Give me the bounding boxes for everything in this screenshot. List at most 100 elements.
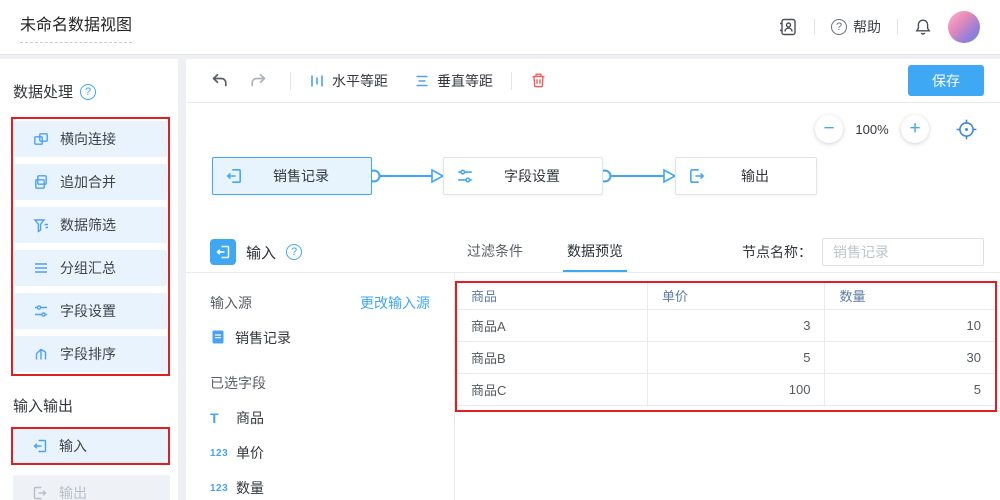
filter-icon bbox=[33, 217, 49, 233]
save-button[interactable]: 保存 bbox=[908, 65, 984, 96]
sidebar-item-join[interactable]: 横向连接 bbox=[14, 121, 167, 157]
sidebar-item-label: 横向连接 bbox=[60, 131, 116, 147]
source-label: 输入源 bbox=[210, 295, 252, 311]
cell-quantity: 30 bbox=[824, 341, 995, 374]
cell-unit-price: 5 bbox=[647, 341, 826, 374]
output-icon bbox=[688, 167, 706, 185]
source-name: 销售记录 bbox=[235, 330, 291, 346]
annotation-box-table: 商品 单价 数量 商品A 3 10 商品B 5 30 商品C 100 5 bbox=[455, 281, 997, 412]
flow-canvas[interactable]: 销售记录 字段设置 输出 − 100% + bbox=[186, 103, 1000, 232]
question-circle-icon[interactable]: ? bbox=[80, 83, 97, 100]
sidebar-item-append[interactable]: 追加合并 bbox=[14, 164, 167, 200]
sidebar-item-filter[interactable]: 数据筛选 bbox=[14, 207, 167, 243]
field-item-unit-price[interactable]: 123 单价 bbox=[210, 443, 430, 463]
divider bbox=[511, 71, 512, 90]
undo-icon[interactable] bbox=[210, 71, 229, 90]
sidebar-section-io-title: 输入输出 bbox=[13, 398, 74, 415]
cell-product: 商品B bbox=[457, 341, 648, 374]
zoom-level: 100% bbox=[855, 121, 889, 137]
field-name: 商品 bbox=[236, 410, 264, 426]
sidebar-item-label: 分组汇总 bbox=[60, 260, 116, 276]
vertical-spacing-button[interactable]: 垂直等距 bbox=[414, 71, 493, 91]
flow-node-label: 字段设置 bbox=[504, 168, 560, 184]
number-type-icon: 123 bbox=[210, 447, 229, 459]
join-icon bbox=[33, 131, 49, 147]
divider bbox=[897, 19, 898, 35]
sliders-icon bbox=[456, 167, 474, 185]
contact-book-icon[interactable] bbox=[778, 17, 798, 37]
zoom-out-button[interactable]: − bbox=[815, 115, 843, 143]
canvas-toolbar: 水平等距 垂直等距 保存 bbox=[186, 59, 1000, 103]
input-node-icon bbox=[210, 239, 236, 265]
table-row: 商品B 5 30 bbox=[457, 341, 995, 374]
text-type-icon: T bbox=[210, 410, 219, 426]
vertical-spacing-label: 垂直等距 bbox=[437, 72, 493, 89]
cell-product: 商品C bbox=[457, 373, 648, 406]
horizontal-spacing-label: 水平等距 bbox=[332, 72, 388, 89]
page-title[interactable]: 未命名数据视图 bbox=[20, 11, 133, 43]
annotation-box-input-item: 输入 bbox=[11, 427, 170, 465]
sidebar-item-label: 输出 bbox=[59, 485, 87, 500]
tab-data-preview[interactable]: 数据预览 bbox=[563, 232, 627, 272]
zoom-controls: − 100% + bbox=[815, 115, 978, 143]
input-icon bbox=[32, 438, 48, 454]
sidebar-item-field-settings[interactable]: 字段设置 bbox=[14, 293, 167, 329]
field-item-quantity[interactable]: 123 数量 bbox=[210, 478, 430, 498]
sidebar-item-label: 追加合并 bbox=[60, 174, 116, 190]
data-preview-table: 商品 单价 数量 商品A 3 10 商品B 5 30 商品C 100 5 bbox=[457, 283, 995, 406]
input-icon bbox=[225, 167, 243, 185]
table-header-row: 商品 单价 数量 bbox=[457, 283, 995, 310]
flow-node-label: 输出 bbox=[741, 168, 769, 184]
source-item[interactable]: 销售记录 bbox=[210, 328, 430, 348]
redo-icon[interactable] bbox=[249, 71, 268, 90]
panel-title-block: 输入 ? bbox=[186, 239, 455, 265]
main-area: 水平等距 垂直等距 保存 销售记录 字段设置 输出 − 100% + 输入 ? … bbox=[186, 59, 1000, 500]
column-header[interactable]: 单价 bbox=[647, 283, 826, 310]
table-row: 商品C 100 5 bbox=[457, 373, 995, 406]
cell-quantity: 5 bbox=[824, 373, 995, 406]
flow-node-field-settings[interactable]: 字段设置 bbox=[443, 157, 603, 195]
node-name-block: 节点名称： bbox=[742, 238, 1000, 266]
question-circle-icon: ? bbox=[831, 19, 847, 35]
sidebar-section-data-processing: 数据处理 ? bbox=[13, 81, 178, 102]
append-merge-icon bbox=[33, 174, 49, 190]
file-icon bbox=[210, 329, 226, 348]
data-preview-area: 商品 单价 数量 商品A 3 10 商品B 5 30 商品C 100 5 bbox=[455, 273, 1000, 500]
node-name-input[interactable] bbox=[822, 238, 984, 266]
table-row: 商品A 3 10 bbox=[457, 309, 995, 342]
sidebar-item-label: 字段设置 bbox=[60, 303, 116, 319]
cell-unit-price: 3 bbox=[647, 309, 826, 342]
notification-bell-icon[interactable] bbox=[914, 18, 932, 36]
horizontal-spacing-icon bbox=[309, 73, 325, 89]
flow-node-sales-records[interactable]: 销售记录 bbox=[212, 157, 372, 195]
delete-trash-icon[interactable] bbox=[530, 72, 547, 89]
horizontal-spacing-button[interactable]: 水平等距 bbox=[309, 71, 388, 91]
change-source-link[interactable]: 更改输入源 bbox=[360, 293, 430, 313]
help-button[interactable]: ? 帮助 bbox=[831, 17, 881, 37]
zoom-in-button[interactable]: + bbox=[901, 115, 929, 143]
field-item-product[interactable]: T 商品 bbox=[210, 408, 430, 428]
tab-filter-conditions[interactable]: 过滤条件 bbox=[463, 232, 527, 272]
flow-node-label: 销售记录 bbox=[273, 168, 329, 184]
sidebar-item-input[interactable]: 输入 bbox=[13, 429, 168, 463]
locate-crosshair-icon[interactable] bbox=[955, 118, 978, 141]
sidebar-item-group-summary[interactable]: 分组汇总 bbox=[14, 250, 167, 286]
question-circle-icon[interactable]: ? bbox=[286, 244, 303, 260]
app-window: 未命名数据视图 ? 帮助 数据处理 ? 横向连接 追加合并 数据筛选 分组汇总 … bbox=[0, 0, 1000, 500]
sidebar-item-label: 字段排序 bbox=[60, 346, 116, 362]
sort-icon bbox=[33, 346, 49, 362]
sidebar: 数据处理 ? 横向连接 追加合并 数据筛选 分组汇总 字段设置 字段排序 输入输… bbox=[0, 59, 178, 500]
flow-node-output[interactable]: 输出 bbox=[675, 157, 817, 195]
column-header[interactable]: 数量 bbox=[824, 283, 995, 310]
field-name: 数量 bbox=[236, 480, 264, 496]
node-name-label: 节点名称： bbox=[742, 244, 812, 260]
group-summary-icon bbox=[33, 260, 49, 276]
cell-product: 商品A bbox=[457, 309, 648, 342]
panel-title: 输入 bbox=[246, 244, 277, 262]
cell-unit-price: 100 bbox=[647, 373, 826, 406]
divider bbox=[814, 19, 815, 35]
avatar[interactable] bbox=[948, 11, 980, 43]
divider bbox=[290, 71, 291, 90]
sidebar-item-field-sort[interactable]: 字段排序 bbox=[14, 336, 167, 372]
column-header[interactable]: 商品 bbox=[457, 283, 648, 310]
